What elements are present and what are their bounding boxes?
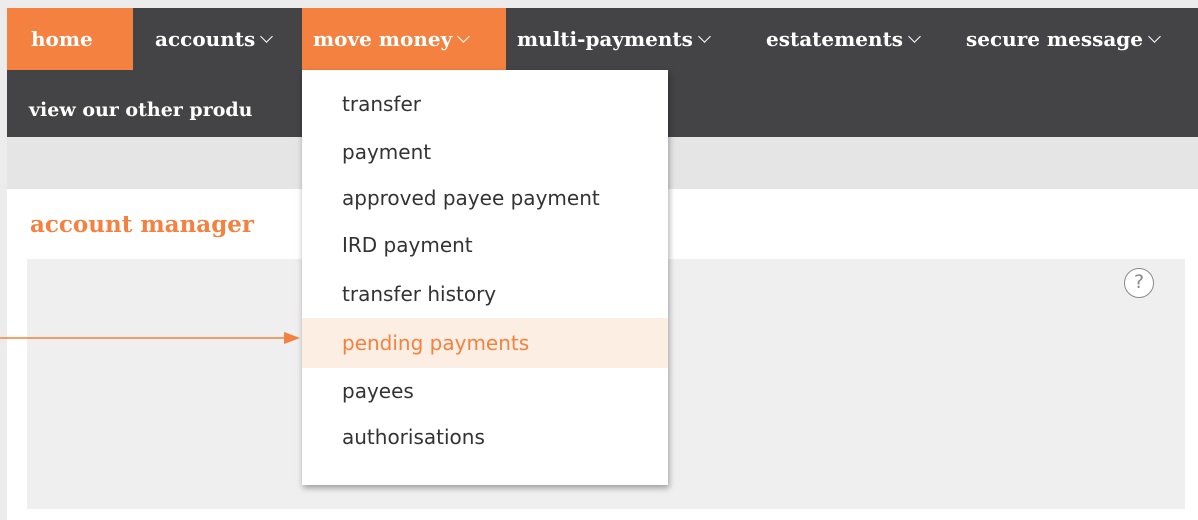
menu-item-label: approved payee payment — [342, 186, 600, 210]
nav-accounts-label: accounts — [155, 27, 256, 51]
chevron-down-icon — [908, 29, 921, 43]
nav-secure-message-label: secure message — [966, 27, 1144, 51]
chevron-down-icon — [698, 29, 711, 43]
menu-item-label: IRD payment — [342, 233, 473, 257]
menu-item-transfer-history[interactable]: transfer history — [302, 270, 668, 318]
menu-item-label: transfer — [342, 92, 421, 116]
nav-home[interactable]: home — [7, 8, 133, 70]
chevron-down-icon — [457, 29, 471, 43]
chevron-down-icon — [1148, 29, 1161, 43]
menu-item-label: payment — [342, 140, 432, 164]
nav-secure-message[interactable]: secure message — [966, 8, 1161, 70]
menu-item-payees[interactable]: payees — [302, 367, 668, 415]
nav-move-money[interactable]: move money — [302, 8, 506, 70]
page-frame: home accounts move money multi-payments … — [7, 8, 1198, 520]
menu-item-label: payees — [342, 379, 414, 403]
menu-item-pending-payments[interactable]: pending payments — [302, 318, 668, 368]
menu-item-payment[interactable]: payment — [302, 128, 668, 176]
menu-item-label: pending payments — [342, 331, 530, 355]
menu-item-label: transfer history — [342, 282, 497, 306]
nav-estatements-label: estatements — [766, 27, 904, 51]
chevron-down-icon — [260, 29, 274, 43]
nav-estatements[interactable]: estatements — [766, 8, 921, 70]
nav-home-label: home — [31, 27, 93, 51]
help-icon[interactable]: ? — [1124, 268, 1154, 298]
page-title: account manager — [30, 211, 255, 238]
nav-multi-payments-label: multi-payments — [517, 27, 693, 51]
move-money-dropdown: transfer payment approved payee payment … — [302, 70, 668, 485]
nav-move-money-label: move money — [313, 27, 453, 51]
menu-item-ird-payment[interactable]: IRD payment — [302, 221, 668, 269]
nav-other-products[interactable]: view our other produ — [29, 92, 252, 128]
nav-multi-payments[interactable]: multi-payments — [517, 8, 711, 70]
menu-item-label: authorisations — [342, 425, 485, 449]
menu-item-authorisations[interactable]: authorisations — [302, 413, 668, 461]
menu-item-transfer[interactable]: transfer — [302, 80, 668, 128]
menu-item-approved-payee-payment[interactable]: approved payee payment — [302, 174, 668, 222]
nav-other-products-label: view our other produ — [29, 99, 253, 121]
nav-accounts[interactable]: accounts — [155, 8, 274, 70]
